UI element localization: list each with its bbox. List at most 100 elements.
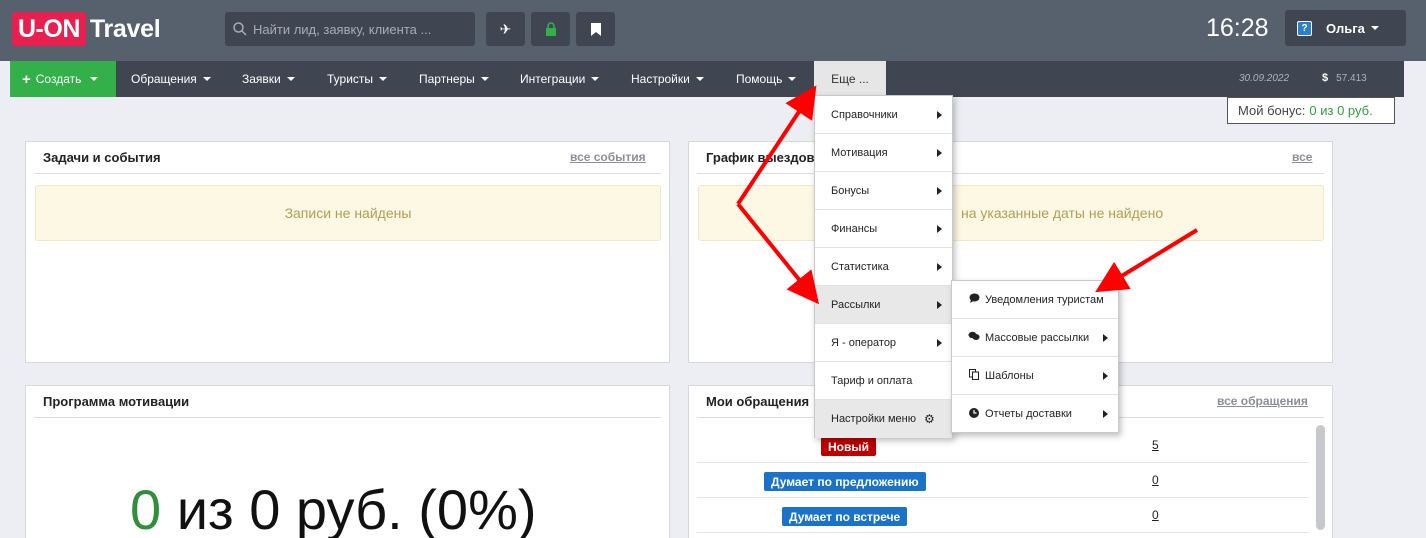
table-row[interactable]: Думает по предложению 0 [697,463,1309,498]
create-button[interactable]: + Создать [10,61,116,97]
balance-value: 57.413 [1336,73,1367,84]
chevron-right-icon [937,263,942,271]
menu-item-tariff[interactable]: Тариф и оплата [815,362,952,400]
nav-label: Партнеры [419,72,475,86]
menu-label: Я - оператор [831,336,897,349]
help-icon: ? [1297,20,1312,36]
comments-icon [968,331,980,344]
all-schedule-link[interactable]: все [1292,150,1312,164]
plane-icon: ✈ [499,20,512,37]
nav-label: Интеграции [520,72,586,86]
nav-tourists[interactable]: Туристы [327,61,388,97]
menu-item-bonuses[interactable]: Бонусы [815,172,952,210]
logo[interactable]: U-ON Travel [12,12,161,46]
nav-help[interactable]: Помощь [736,61,797,97]
user-name: Ольга [1326,20,1365,36]
balance[interactable]: $57.413 [1322,72,1367,84]
menu-label: Уведомления туристам [985,293,1104,306]
search-icon [233,22,247,36]
bonus-box: Мой бонус: 0 из 0 руб. [1227,97,1395,124]
menu-label: Шаблоны [985,369,1034,382]
bookmark-icon [590,22,601,36]
logo-text: Travel [89,14,161,43]
menu-item-statistics[interactable]: Статистика [815,248,952,286]
bookmark-button[interactable] [576,12,615,46]
chevron-right-icon [1103,334,1108,342]
comment-icon [968,293,980,306]
dollar-icon: $ [1322,72,1329,84]
empty-message: на указанные даты не найдено [698,185,1324,241]
status-count[interactable]: 0 [1152,508,1159,522]
motivation-total: из 0 руб. (0%) [161,478,537,538]
status-count[interactable]: 0 [1152,473,1159,487]
menu-item-operator[interactable]: Я - оператор [815,324,952,362]
submenu-item-templates[interactable]: Шаблоны [952,357,1118,395]
current-date: 30.09.2022 [1239,73,1290,84]
nav-more[interactable]: Еще ... [814,61,886,97]
chevron-down-icon [90,77,99,81]
submenu-item-delivery-reports[interactable]: Отчеты доставки [952,395,1118,433]
chevron-down-icon [788,77,797,81]
menu-label: Финансы [831,222,878,235]
menu-label: Статистика [831,260,889,273]
nav-partners[interactable]: Партнеры [419,61,489,97]
menu-label: Справочники [831,108,898,121]
chevron-down-icon [202,77,211,81]
menu-item-directories[interactable]: Справочники [815,96,952,134]
motivation-value: 0 из 0 руб. (0%) [130,477,537,538]
menu-item-motivation[interactable]: Мотивация [815,134,952,172]
nav-appeals[interactable]: Обращения [131,61,211,97]
mailing-submenu: Уведомления туристам Массовые рассылки Ш… [951,280,1119,433]
divider [34,173,661,174]
status-count[interactable]: 5 [1152,438,1159,452]
status-badge[interactable]: Думает по предложению [764,472,926,491]
nav-settings[interactable]: Настройки [631,61,704,97]
chevron-right-icon [937,225,942,233]
menu-item-menu-settings[interactable]: Настройки меню ⚙ [815,400,952,438]
submenu-item-notifications[interactable]: Уведомления туристам [952,281,1118,319]
status-badge[interactable]: Новый [821,437,876,456]
menu-item-finance[interactable]: Финансы [815,210,952,248]
nav-label: Помощь [736,72,783,86]
logo-mark: U-ON [12,12,86,46]
nav-orders[interactable]: Заявки [242,61,295,97]
chevron-right-icon [937,149,942,157]
menu-item-mailings[interactable]: Рассылки [815,286,952,324]
more-menu: Справочники Мотивация Бонусы Финансы Ста… [814,95,953,438]
motivation-earned: 0 [130,478,162,538]
user-menu[interactable]: ? Ольга [1285,10,1406,46]
menu-label: Рассылки [831,298,881,311]
table-row[interactable]: Новый 5 [697,428,1309,463]
gear-icon: ⚙ [924,412,935,426]
bonus-value: 0 из 0 руб. [1309,103,1373,118]
chevron-down-icon [286,77,295,81]
divider [697,173,1324,174]
table-row[interactable]: Думает по встрече 0 [697,498,1309,533]
chevron-right-icon [937,187,942,195]
tasks-panel: Задачи и события все события Записи не н… [25,141,670,363]
panel-title: Программа мотивации [43,394,190,409]
chevron-down-icon [480,77,489,81]
status-badge[interactable]: Думает по встрече [782,507,908,526]
scrollbar[interactable] [1316,425,1325,530]
nav-label: Обращения [131,72,197,86]
flights-button[interactable]: ✈ [486,12,525,46]
chevron-down-icon [591,77,600,81]
menu-label: Настройки меню [831,413,916,425]
chevron-down-icon [379,77,388,81]
create-label: Создать [35,72,82,86]
panel-title: График выездов [706,150,815,165]
lock-button[interactable] [531,12,570,46]
menu-label: Бонусы [831,184,870,197]
search-input[interactable] [253,21,473,37]
all-events-link[interactable]: все события [570,150,646,164]
nav-label: Туристы [327,72,374,86]
clock: 16:28 [1206,14,1269,42]
plus-icon: + [22,70,31,88]
all-appeals-link[interactable]: все обращения [1217,394,1308,408]
nav-integrations[interactable]: Интеграции [520,61,600,97]
submenu-item-mass-mailings[interactable]: Массовые рассылки [952,319,1118,357]
menu-label: Мотивация [831,146,888,159]
menu-label: Отчеты доставки [985,408,1072,420]
top-bar: U-ON Travel ✈ 16:28 ? Ольга [0,0,1426,61]
